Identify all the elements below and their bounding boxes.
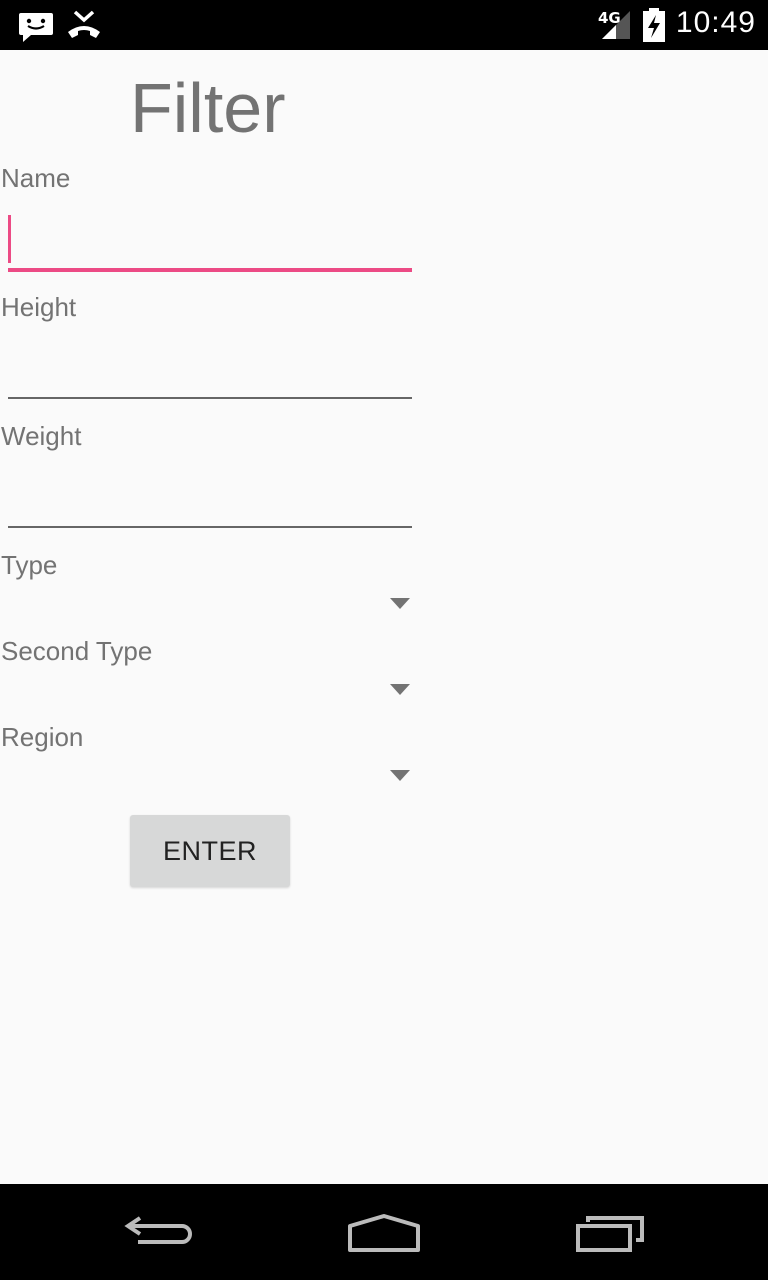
recents-button[interactable] — [560, 1204, 660, 1260]
name-input[interactable] — [8, 212, 412, 268]
home-button[interactable] — [334, 1204, 434, 1260]
battery-charging-icon — [642, 8, 666, 46]
message-icon — [18, 10, 54, 48]
type-spinner[interactable] — [0, 590, 420, 630]
second-type-label: Second Type — [1, 636, 153, 666]
height-input[interactable] — [8, 341, 412, 397]
page-title: Filter — [130, 69, 286, 147]
navigation-bar — [0, 1184, 768, 1280]
dropdown-arrow-icon — [390, 684, 410, 695]
text-cursor — [8, 215, 11, 263]
region-spinner[interactable] — [0, 762, 420, 802]
height-label: Height — [1, 292, 77, 322]
enter-button[interactable]: ENTER — [130, 815, 290, 887]
weight-input[interactable] — [8, 470, 412, 526]
weight-label: Weight — [1, 421, 82, 451]
status-bar: 4G 10:49 — [0, 0, 768, 50]
clock: 10:49 — [675, 6, 756, 39]
signal-icon — [602, 9, 632, 45]
height-input-underline — [8, 397, 412, 399]
region-label: Region — [1, 722, 84, 752]
screen: 4G 10:49 Filter Name Height Weight Type — [0, 0, 768, 1280]
name-input-underline — [8, 268, 412, 272]
second-type-spinner[interactable] — [0, 676, 420, 716]
missed-call-icon — [66, 8, 102, 46]
weight-input-underline — [8, 526, 412, 528]
back-icon — [110, 1216, 210, 1264]
dropdown-arrow-icon — [390, 770, 410, 781]
recents-icon — [560, 1216, 660, 1264]
type-label: Type — [1, 550, 58, 580]
home-icon — [334, 1214, 434, 1264]
back-button[interactable] — [110, 1204, 210, 1260]
dropdown-arrow-icon — [390, 598, 410, 609]
name-label: Name — [1, 163, 71, 193]
